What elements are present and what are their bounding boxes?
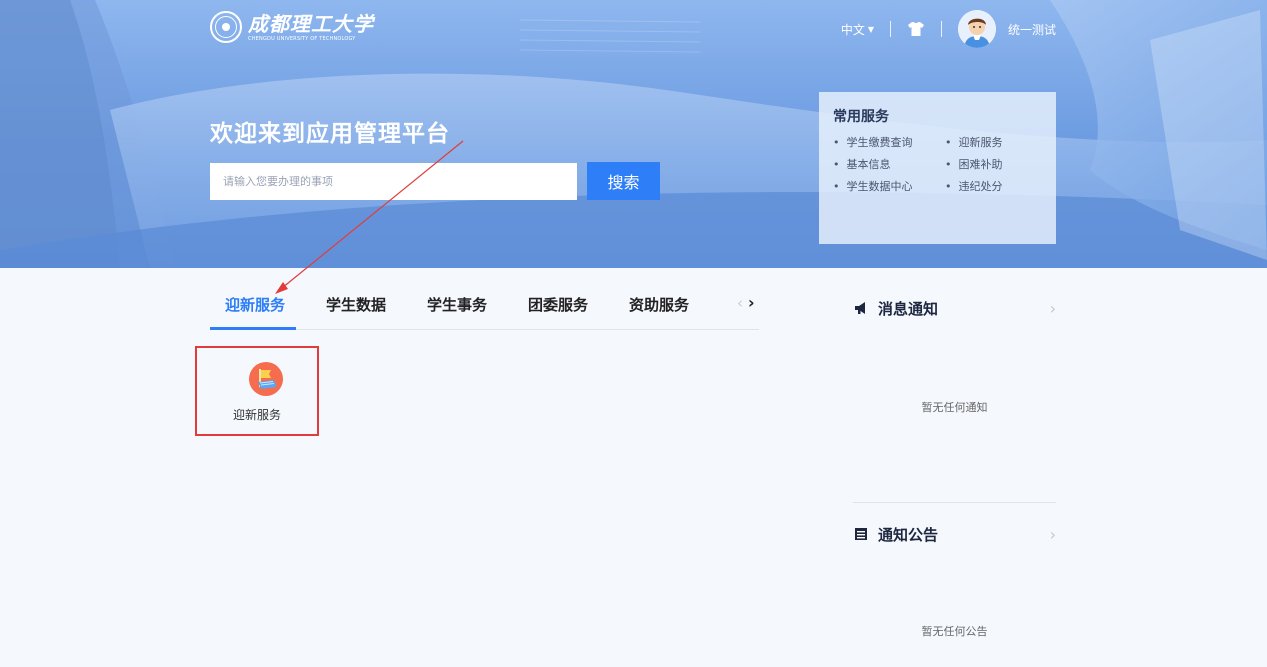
hero-banner: 成都理工大学 CHENGDU UNIVERSITY OF TECHNOLOGY … — [0, 0, 1267, 268]
panel-divider — [853, 502, 1056, 503]
tshirt-icon[interactable] — [907, 21, 925, 37]
document-list-icon — [855, 528, 867, 540]
announcements-title: 通知公告 — [878, 525, 939, 544]
common-service-item[interactable]: • 迎新服务 — [945, 134, 1045, 150]
logo-text: 成都理工大学 CHENGDU UNIVERSITY OF TECHNOLOGY — [248, 12, 374, 42]
search-button[interactable]: 搜索 — [587, 162, 660, 200]
welcome-flag-icon — [249, 362, 283, 396]
logo-name-en: CHENGDU UNIVERSITY OF TECHNOLOGY — [248, 36, 356, 42]
banner-book-background — [0, 0, 1267, 268]
active-tab-indicator — [210, 327, 296, 330]
common-service-label: 基本信息 — [846, 158, 891, 171]
tab-league-service[interactable]: 团委服务 — [528, 294, 588, 315]
notices-header: 消息通知 › — [853, 296, 1056, 320]
common-service-label: 违纪处分 — [958, 180, 1003, 193]
chevron-left-icon[interactable]: ‹ — [737, 294, 743, 312]
username[interactable]: 统一测试 — [1008, 21, 1056, 38]
avatar-icon — [957, 10, 996, 48]
service-tabs: 迎新服务 学生数据 学生事务 团委服务 资助服务 ‹ › — [210, 280, 759, 330]
common-service-item[interactable]: • 违纪处分 — [945, 178, 1045, 194]
common-service-item[interactable]: • 学生数据中心 — [833, 178, 945, 194]
common-services-list: • 学生缴费查询 • 迎新服务 • 基本信息 • 困难补助 • 学生数据中心 • 违纪处分 — [833, 134, 1056, 194]
nav-divider — [889, 21, 891, 37]
common-service-item[interactable]: • 学生缴费查询 — [833, 134, 945, 150]
tab-student-data[interactable]: 学生数据 — [326, 294, 386, 315]
search-input[interactable] — [210, 163, 577, 200]
caret-down-icon: ▼ — [867, 24, 874, 34]
notices-empty-text: 暂无任何通知 — [921, 401, 988, 414]
app-tile-welcome-service[interactable]: 迎新服务 — [195, 346, 319, 436]
welcome-title: 欢迎来到应用管理平台 — [210, 121, 450, 147]
bullet-icon: • — [945, 136, 952, 149]
logo-name-cn: 成都理工大学 — [248, 12, 374, 36]
language-label: 中文 — [840, 22, 865, 37]
common-services-panel: 常用服务 • 学生缴费查询 • 迎新服务 • 基本信息 • 困难补助 • 学生数据中心 •… — [819, 92, 1056, 244]
tab-student-affairs[interactable]: 学生事务 — [427, 294, 487, 315]
bullet-icon: • — [833, 136, 840, 149]
bullet-icon: • — [945, 180, 952, 193]
common-service-label: 学生缴费查询 — [846, 136, 913, 149]
common-services-title: 常用服务 — [833, 109, 889, 125]
avatar[interactable] — [957, 10, 996, 48]
chevron-right-icon[interactable]: › — [1050, 525, 1056, 544]
university-logo[interactable]: 成都理工大学 CHENGDU UNIVERSITY OF TECHNOLOGY — [210, 8, 374, 46]
app-label: 迎新服务 — [232, 408, 281, 422]
nav-divider — [940, 21, 942, 37]
bullet-icon: • — [833, 180, 840, 193]
announcements-empty-text: 暂无任何公告 — [921, 625, 988, 638]
chevron-right-icon[interactable]: › — [748, 293, 755, 312]
common-service-label: 学生数据中心 — [846, 180, 913, 193]
university-seal-icon — [210, 11, 242, 43]
announcements-header: 通知公告 › — [853, 522, 1056, 546]
bullet-icon: • — [945, 158, 952, 171]
common-service-item[interactable]: • 困难补助 — [945, 156, 1045, 172]
chevron-right-icon[interactable]: › — [1050, 299, 1056, 318]
common-service-item[interactable]: • 基本信息 — [833, 156, 945, 172]
common-service-label: 迎新服务 — [958, 136, 1003, 149]
tab-financial-aid[interactable]: 资助服务 — [629, 294, 689, 315]
top-navigation: 中文 ▼ 统一测试 — [841, 10, 1056, 48]
common-service-label: 困难补助 — [958, 158, 1003, 171]
language-selector[interactable]: 中文 ▼ — [841, 21, 874, 38]
megaphone-icon — [855, 302, 865, 314]
bullet-icon: • — [833, 158, 840, 171]
tab-welcome-service[interactable]: 迎新服务 — [225, 294, 285, 315]
notices-title: 消息通知 — [878, 299, 939, 318]
